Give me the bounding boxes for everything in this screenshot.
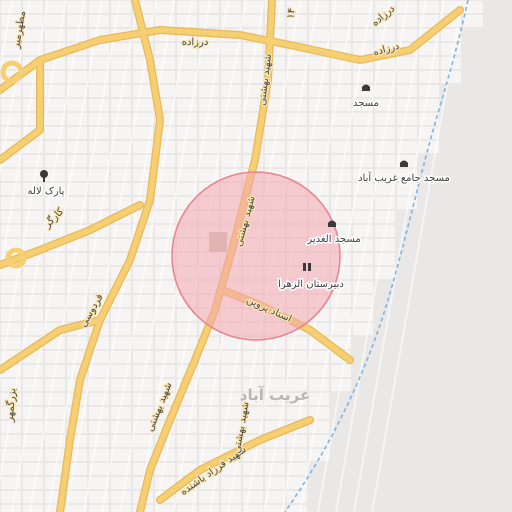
map-canvas[interactable]: غریب آباد مسجد مسجد جامع غریب آباد مسجد … — [0, 0, 512, 512]
poi-label: پارک لاله — [28, 186, 65, 197]
poi-label: مسجد الغدیر — [306, 234, 360, 245]
poi-label: دبیرستان الزهرا — [278, 279, 344, 290]
street-label: ۱۴ — [285, 7, 298, 19]
tree-icon — [40, 170, 48, 178]
street-label: درزاده — [182, 37, 209, 48]
poi-label: مسجد — [353, 98, 379, 109]
school-icon — [303, 263, 306, 271]
poi-label: مسجد جامع غریب آباد — [358, 171, 450, 184]
area-label: غریب آباد — [240, 386, 310, 404]
